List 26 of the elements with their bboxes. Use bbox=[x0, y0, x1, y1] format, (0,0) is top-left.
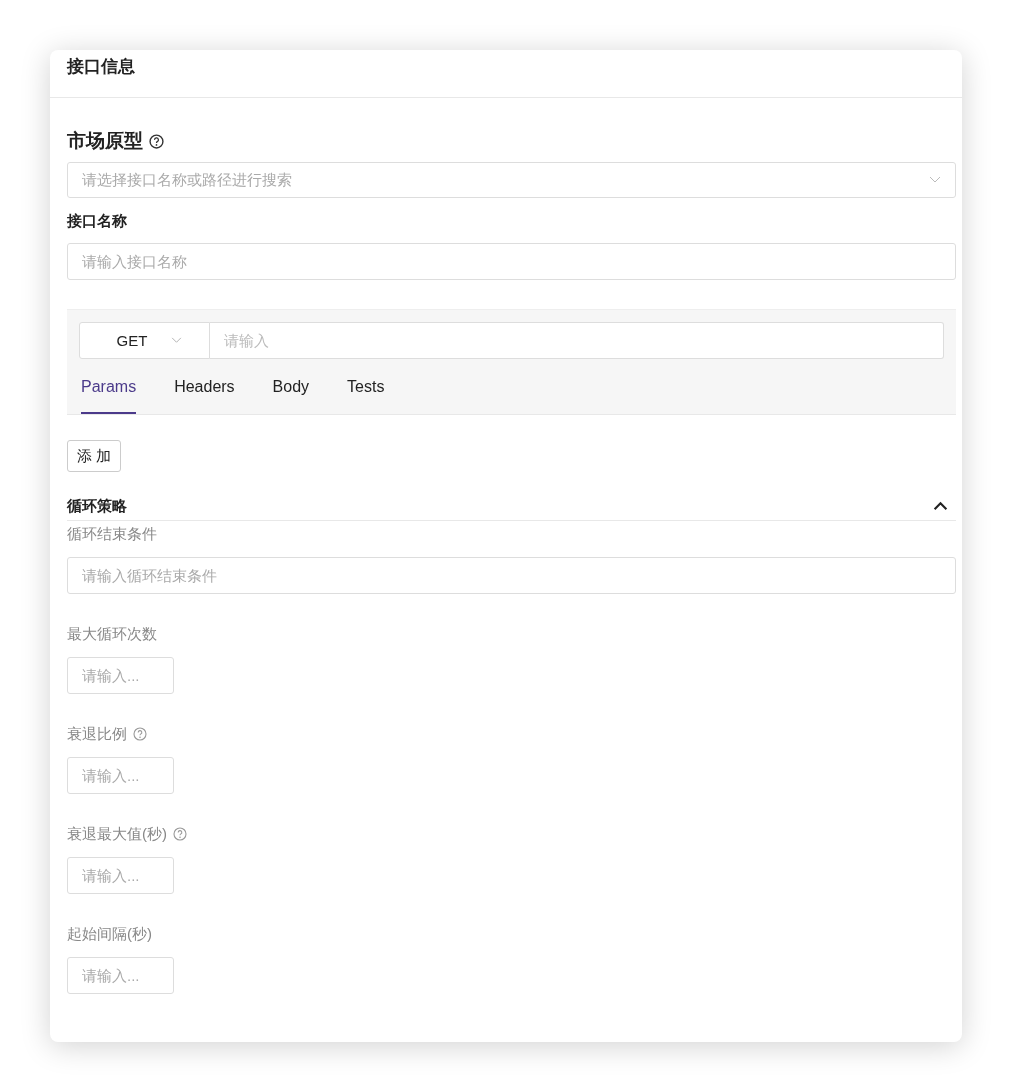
field-label: 衰退比例 bbox=[67, 724, 127, 744]
section-title: 市场原型 bbox=[67, 129, 143, 153]
chevron-down-icon bbox=[929, 176, 941, 184]
tab[interactable]: Headers bbox=[174, 360, 235, 414]
field-label: 接口名称 bbox=[67, 211, 128, 231]
add-button[interactable]: 添 加 bbox=[67, 440, 122, 472]
method-select[interactable]: GET bbox=[79, 322, 210, 359]
tab[interactable]: Params bbox=[81, 360, 137, 414]
field-label: 最大循环次数 bbox=[67, 624, 157, 644]
chevron-down-icon bbox=[171, 337, 183, 344]
input-field[interactable]: 请输入... bbox=[67, 757, 174, 794]
url-field[interactable]: 请输入 bbox=[210, 322, 944, 359]
tab[interactable]: Body bbox=[272, 360, 310, 414]
input-field[interactable]: 请输入... bbox=[67, 657, 174, 694]
caret-icon[interactable] bbox=[933, 501, 948, 511]
input-field[interactable]: 请输入接口名称 bbox=[67, 243, 956, 280]
input-field[interactable]: 请输入循环结束条件 bbox=[67, 557, 956, 594]
input-field[interactable]: 请输入... bbox=[67, 857, 174, 894]
field-label: 衰退最大值(秒) bbox=[67, 824, 167, 844]
tab[interactable]: Tests bbox=[347, 360, 385, 414]
section-title: 循环策略 bbox=[67, 496, 127, 516]
help-icon[interactable] bbox=[149, 133, 164, 149]
input-field[interactable]: 请输入... bbox=[67, 957, 174, 994]
card-title: 接口信息 bbox=[67, 57, 135, 76]
field-label: 循环结束条件 bbox=[67, 524, 157, 544]
field-label: 起始间隔(秒) bbox=[67, 924, 152, 944]
